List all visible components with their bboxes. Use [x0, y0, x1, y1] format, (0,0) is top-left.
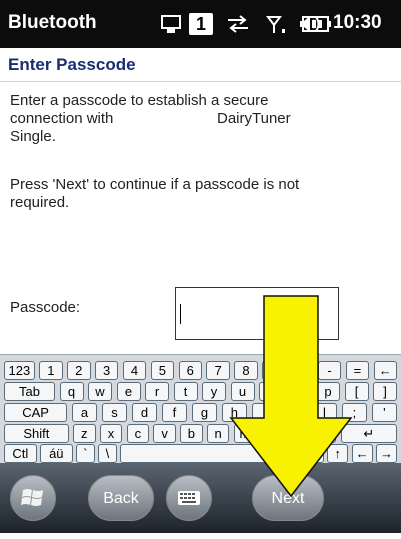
battery-icon-visible[interactable]: [302, 15, 332, 33]
down-arrow-icon: [229, 295, 353, 498]
yellow-arrow-overlay: [229, 295, 353, 498]
